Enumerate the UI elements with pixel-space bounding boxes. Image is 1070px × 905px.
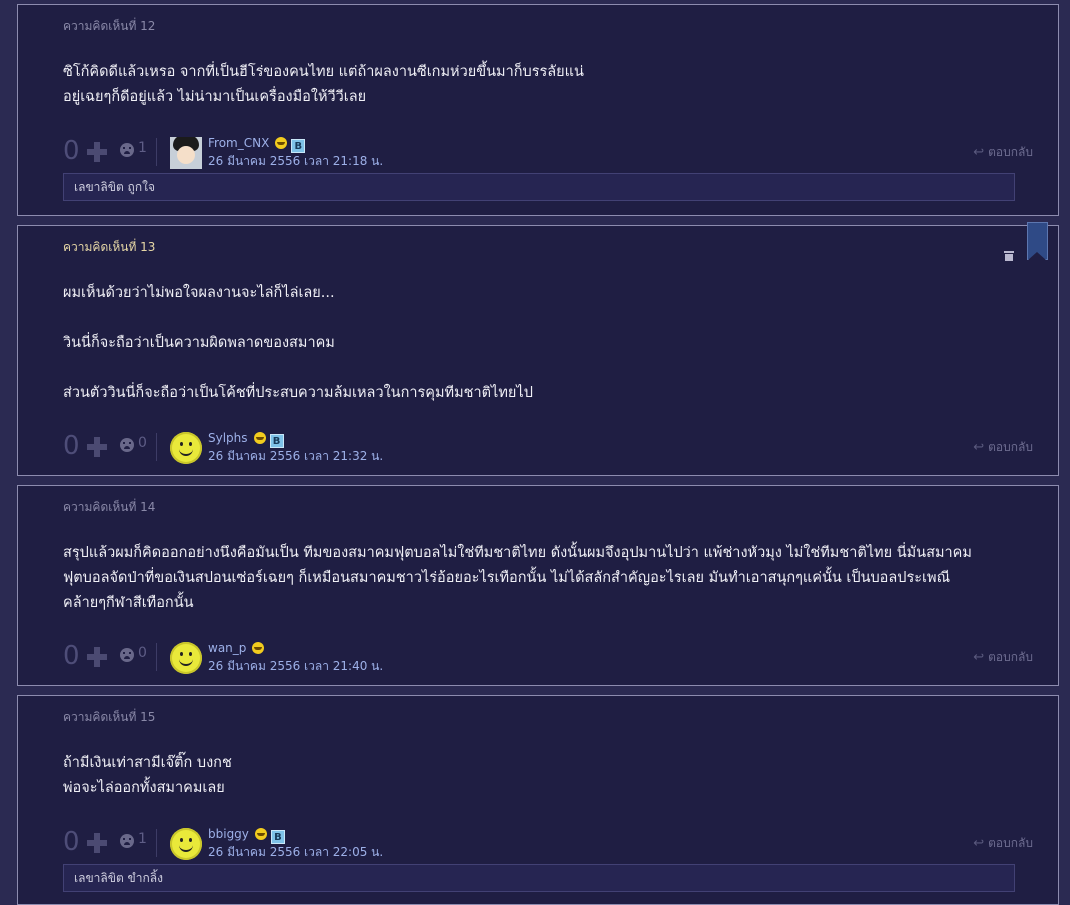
username-link[interactable]: Sylphs bbox=[208, 431, 248, 445]
comment-body: ซิโก้คิดดีแล้วเหรอ จากที่เป็นฮีโร่ของคนไ… bbox=[63, 64, 584, 105]
comment-footer: 0 0 wan_p 26 มีนาคม 2556 เวลา 21:40 น. ↩… bbox=[63, 641, 1033, 677]
comment-15: ความคิดเห็นที่ 15 ถ้ามีเงินเท่าสามีเจ๊ติ… bbox=[17, 695, 1059, 905]
comment-12: ความคิดเห็นที่ 12 ซิโก้คิดดีแล้วเหรอ จาก… bbox=[17, 4, 1059, 216]
comment-date: 26 มีนาคม 2556 เวลา 21:32 น. bbox=[208, 449, 384, 463]
comment-footer: 0 0 Sylphs B 26 มีนาคม 2556 เวลา 21:32 น.… bbox=[63, 431, 1033, 467]
emoticon-icon bbox=[252, 642, 265, 654]
avatar[interactable] bbox=[170, 828, 202, 860]
plus-icon[interactable] bbox=[87, 437, 107, 457]
comment-date: 26 มีนาคม 2556 เวลา 21:40 น. bbox=[208, 659, 384, 673]
vote-count: 0 bbox=[63, 641, 80, 671]
emotion-count: 1 bbox=[138, 831, 147, 847]
emoticon-icon bbox=[275, 137, 288, 149]
emotion-count: 1 bbox=[138, 140, 147, 156]
member-badge-icon: B bbox=[270, 830, 285, 844]
emotion-count: 0 bbox=[138, 435, 147, 451]
plus-icon[interactable] bbox=[87, 647, 107, 667]
vote-count: 0 bbox=[63, 136, 80, 166]
divider bbox=[156, 643, 157, 671]
comment-body: ผมเห็นด้วยว่าไม่พอใจผลงานจะไล่ก็ไล่เลย..… bbox=[63, 285, 533, 401]
trash-icon[interactable] bbox=[1004, 251, 1014, 261]
username-link[interactable]: wan_p bbox=[208, 641, 246, 655]
comment-13: ความคิดเห็นที่ 13 ผมเห็นด้วยว่าไม่พอใจผล… bbox=[17, 225, 1059, 476]
divider bbox=[156, 138, 157, 166]
plus-icon[interactable] bbox=[87, 142, 107, 162]
reply-button[interactable]: ↩ ตอบกลับ bbox=[973, 648, 1033, 667]
reply-icon: ↩ bbox=[973, 836, 985, 851]
reply-icon: ↩ bbox=[973, 650, 985, 665]
comment-footer: 0 1 From_CNX B 26 มีนาคม 2556 เวลา 21:18 … bbox=[63, 136, 1033, 172]
comment-number: ความคิดเห็นที่ 15 bbox=[63, 710, 156, 724]
divider bbox=[156, 433, 157, 461]
reply-icon: ↩ bbox=[973, 440, 985, 455]
avatar[interactable] bbox=[170, 137, 202, 169]
emotion-note: เลขาลิขิต ถูกใจ bbox=[63, 173, 1015, 201]
emotion-count: 0 bbox=[138, 645, 147, 661]
username-line: From_CNX B bbox=[208, 136, 306, 153]
comment-footer: 0 1 bbiggy B 26 มีนาคม 2556 เวลา 22:05 น.… bbox=[63, 827, 1033, 863]
avatar[interactable] bbox=[170, 642, 202, 674]
emoticon-icon bbox=[253, 432, 266, 444]
username-link[interactable]: From_CNX bbox=[208, 136, 269, 150]
emotion-icon[interactable] bbox=[120, 834, 134, 848]
vote-count: 0 bbox=[63, 431, 80, 461]
comment-date: 26 มีนาคม 2556 เวลา 21:18 น. bbox=[208, 154, 384, 168]
vote-count: 0 bbox=[63, 827, 80, 857]
reply-button[interactable]: ↩ ตอบกลับ bbox=[973, 438, 1033, 457]
comment-date: 26 มีนาคม 2556 เวลา 22:05 น. bbox=[208, 845, 384, 859]
reply-label: ตอบกลับ bbox=[988, 145, 1033, 159]
username-line: bbiggy B bbox=[208, 827, 285, 844]
member-badge-icon: B bbox=[269, 434, 284, 448]
username-line: Sylphs B bbox=[208, 431, 284, 448]
username-link[interactable]: bbiggy bbox=[208, 827, 249, 841]
reply-button[interactable]: ↩ ตอบกลับ bbox=[973, 834, 1033, 853]
username-line: wan_p bbox=[208, 641, 265, 655]
comment-body: ถ้ามีเงินเท่าสามีเจ๊ติ๊ก บงกช พ่อจะไล่ออ… bbox=[63, 755, 232, 796]
emotion-icon[interactable] bbox=[120, 438, 134, 452]
reply-button[interactable]: ↩ ตอบกลับ bbox=[973, 143, 1033, 162]
emotion-icon[interactable] bbox=[120, 143, 134, 157]
reply-label: ตอบกลับ bbox=[988, 650, 1033, 664]
comment-number: ความคิดเห็นที่ 13 bbox=[63, 240, 156, 254]
comment-body: สรุปแล้วผมก็คิดออกอย่างนึงคือมันเป็น ทีม… bbox=[63, 545, 972, 611]
emotion-note: เลขาลิขิต ขำกลิ้ง bbox=[63, 864, 1015, 892]
comment-number: ความคิดเห็นที่ 12 bbox=[63, 19, 156, 33]
plus-icon[interactable] bbox=[87, 833, 107, 853]
divider bbox=[156, 829, 157, 857]
reply-icon: ↩ bbox=[973, 145, 985, 160]
comment-number: ความคิดเห็นที่ 14 bbox=[63, 500, 156, 514]
reply-label: ตอบกลับ bbox=[988, 440, 1033, 454]
bookmark-icon[interactable] bbox=[1027, 222, 1048, 260]
member-badge-icon: B bbox=[291, 139, 306, 153]
comment-14: ความคิดเห็นที่ 14 สรุปแล้วผมก็คิดออกอย่า… bbox=[17, 485, 1059, 686]
emotion-icon[interactable] bbox=[120, 648, 134, 662]
reply-label: ตอบกลับ bbox=[988, 836, 1033, 850]
emoticon-icon bbox=[254, 828, 267, 840]
avatar[interactable] bbox=[170, 432, 202, 464]
